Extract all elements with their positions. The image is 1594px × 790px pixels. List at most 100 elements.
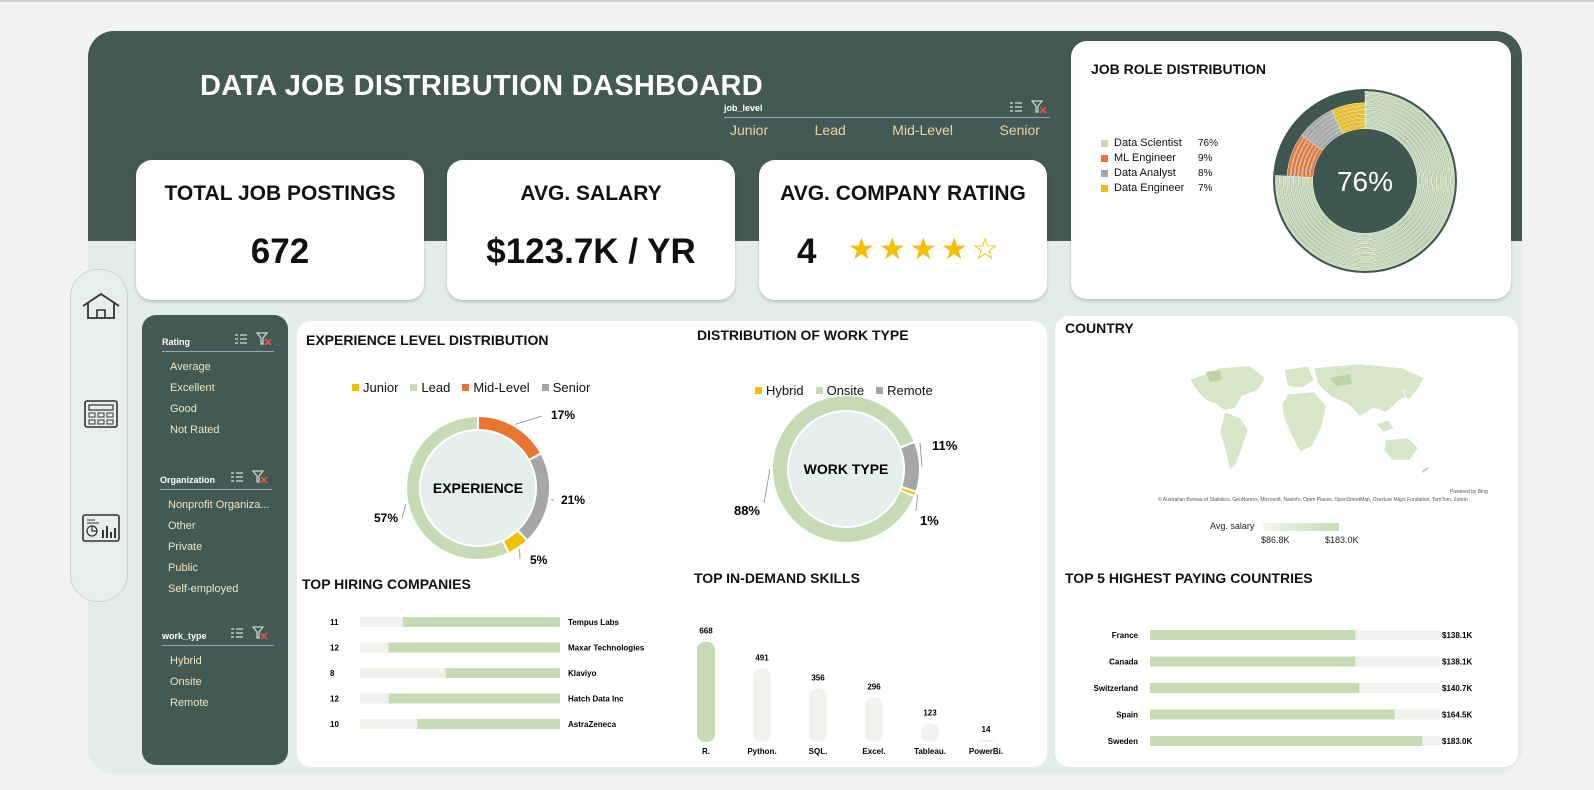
clear-filter-icon[interactable]: [252, 626, 268, 640]
map-powered-by: Powered by Bing: [1450, 489, 1488, 495]
clear-filter-icon[interactable]: [252, 470, 268, 484]
work-type-data-label: 11%: [932, 438, 958, 453]
legend-label: Junior: [363, 380, 399, 395]
country-bar[interactable]: [1150, 736, 1423, 746]
legend-swatch: [1101, 169, 1108, 177]
job-level-slicer-header: job_level: [724, 103, 763, 113]
skill-bar[interactable]: [753, 668, 771, 742]
rating-stars: ★ ★ ★ ★ ☆: [848, 235, 999, 265]
leader-line: [515, 415, 543, 425]
paying-countries-title: TOP 5 HIGHEST PAYING COUNTRIES: [1065, 570, 1313, 586]
skill-value-label: 296: [867, 683, 881, 692]
rating-option[interactable]: Good: [162, 399, 276, 420]
company-bar[interactable]: [445, 668, 560, 678]
star-filled-icon: ★: [878, 233, 906, 266]
work-type-option[interactable]: Remote: [162, 693, 276, 714]
company-value-label: 12: [330, 695, 339, 704]
total-postings-value: 672: [250, 232, 310, 271]
avg-salary-label: AVG. SALARY: [520, 182, 662, 205]
company-value-label: 8: [330, 669, 335, 678]
experience-legend: Junior Lead Mid-Level Senior: [352, 380, 590, 395]
star-filled-icon: ★: [940, 233, 968, 266]
job-role-title: JOB ROLE DISTRIBUTION: [1091, 61, 1267, 77]
star-filled-icon: ★: [848, 233, 875, 266]
company-bar[interactable]: [388, 693, 560, 704]
legend-label: ML Engineer: [1114, 152, 1176, 164]
multi-select-icon[interactable]: [234, 332, 248, 346]
skill-bar[interactable]: [697, 641, 715, 742]
country-name-label: France: [1112, 631, 1139, 640]
legend-swatch: [352, 384, 359, 391]
dashboard-icon[interactable]: [79, 510, 123, 546]
organization-option[interactable]: Nonprofit Organiza...: [160, 495, 274, 516]
company-value-label: 11: [330, 618, 339, 627]
experience-title: EXPERIENCE LEVEL DISTRIBUTION: [306, 332, 549, 348]
organization-option[interactable]: Self-employed: [160, 579, 274, 600]
country-name-label: Switzerland: [1094, 684, 1139, 693]
work-type-option[interactable]: Onsite: [162, 672, 276, 693]
map-legend-title: Avg. salary: [1210, 521, 1255, 531]
skill-bar[interactable]: [921, 723, 939, 742]
skill-bar[interactable]: [865, 697, 883, 742]
work-type-data-label: 1%: [920, 513, 939, 528]
avg-rating-card: AVG. COMPANY RATING 4: [759, 160, 1047, 300]
skill-category-label: Python.: [747, 747, 776, 756]
job-level-option[interactable]: Junior: [730, 122, 768, 138]
legend-swatch: [462, 384, 470, 391]
organization-option[interactable]: Public: [160, 558, 274, 579]
multi-select-icon[interactable]: [230, 470, 244, 484]
skill-value-label: 123: [923, 709, 937, 718]
job-role-legend-item: ML Engineer 9%: [1101, 152, 1212, 164]
map-color-scale: [1263, 523, 1339, 531]
company-bar[interactable]: [417, 719, 560, 729]
multi-select-icon[interactable]: [230, 626, 244, 640]
job-level-option[interactable]: Mid-Level: [892, 122, 953, 138]
skill-bar[interactable]: [977, 739, 995, 742]
company-bar[interactable]: [388, 642, 560, 653]
skill-value-label: 668: [699, 627, 713, 636]
organization-option[interactable]: Private: [160, 537, 274, 558]
total-postings-label: TOTAL JOB POSTINGS: [164, 182, 396, 205]
legend-swatch: [1101, 154, 1108, 162]
work-type-option[interactable]: Hybrid: [162, 651, 276, 672]
work-type-data-label: 88%: [734, 503, 760, 518]
rating-option[interactable]: Not Rated: [162, 420, 276, 441]
legend-label: Data Scientist: [1114, 137, 1182, 149]
country-value-label: $140.7K: [1442, 684, 1472, 693]
company-bar[interactable]: [402, 617, 560, 627]
calculator-icon[interactable]: [79, 396, 123, 432]
job-level-option[interactable]: Lead: [815, 122, 846, 138]
organization-option[interactable]: Other: [160, 516, 274, 537]
country-bar[interactable]: [1150, 709, 1395, 720]
job-role-legend-item: Data Engineer 7%: [1101, 182, 1212, 194]
country-title: COUNTRY: [1065, 320, 1134, 336]
legend-swatch: [541, 384, 549, 391]
rating-option[interactable]: Average: [162, 357, 276, 378]
legend-swatch: [410, 384, 418, 391]
leader-line: [915, 494, 918, 512]
avg-salary-card: AVG. SALARY $123.7K / YR: [447, 160, 735, 300]
country-bar[interactable]: [1150, 630, 1356, 640]
rating-option[interactable]: Excellent: [162, 378, 276, 399]
multi-select-icon[interactable]: [1009, 100, 1023, 114]
legend-value: 76%: [1198, 137, 1219, 149]
home-icon[interactable]: [79, 288, 123, 324]
country-bar[interactable]: [1150, 683, 1360, 693]
legend-swatch: [815, 387, 823, 394]
company-value-label: 10: [330, 720, 339, 729]
clear-filter-icon[interactable]: [1031, 100, 1047, 114]
map-attribution: © Australian Bureau of Statistics, GeoNa…: [1158, 497, 1468, 503]
rating-slicer: Rating Average Excellent Good Not Rated: [162, 337, 276, 441]
country-bar[interactable]: [1150, 656, 1356, 667]
filter-panel: Rating Average Excellent Good Not Rated …: [142, 315, 288, 765]
skill-category-label: R.: [702, 747, 710, 756]
job-level-option[interactable]: Senior: [1000, 122, 1040, 138]
skill-bar[interactable]: [809, 688, 827, 742]
legend-value: 8%: [1198, 167, 1213, 179]
work-type-slicer: work_type Hybrid Onsite Remote: [162, 631, 276, 714]
company-name-label: Maxar Technologies: [568, 644, 645, 653]
country-value-label: $183.0K: [1442, 737, 1472, 746]
world-map: [1189, 363, 1429, 473]
clear-filter-icon[interactable]: [256, 332, 272, 346]
job-role-legend-item: Data Scientist 76%: [1101, 137, 1218, 149]
